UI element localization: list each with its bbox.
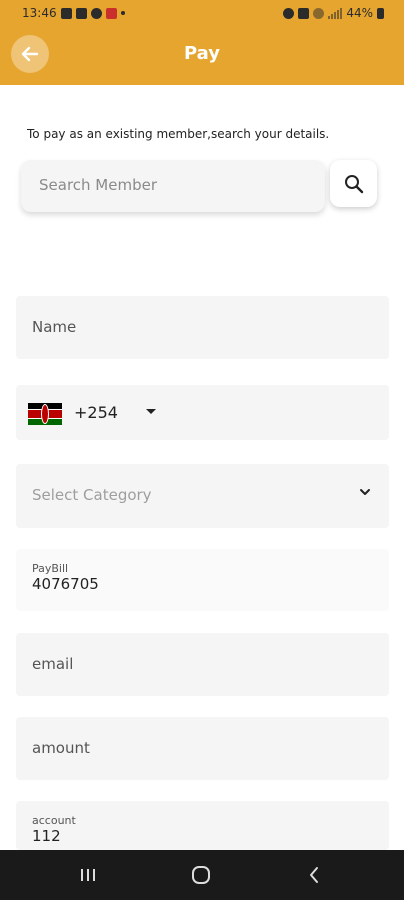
home-icon [192, 866, 210, 884]
app-bar: Pay [0, 28, 404, 85]
battery-level: 44% [346, 6, 373, 20]
system-nav-bar [0, 850, 404, 900]
category-select[interactable]: Select Category [16, 464, 389, 528]
search-icon [344, 174, 363, 193]
phone-field[interactable]: +254 [16, 385, 389, 440]
wifi-icon [313, 7, 325, 19]
status-bar: 13:46 44% [0, 0, 404, 28]
search-member-box [21, 160, 325, 212]
paybill-value: 4076705 [32, 575, 99, 593]
status-left: 13:46 [22, 6, 125, 20]
status-right: 44% [283, 6, 384, 20]
account-value: 112 [32, 827, 61, 845]
chevron-left-icon [310, 867, 318, 883]
paybill-label: PayBill [32, 562, 69, 575]
alarm-icon [283, 7, 295, 19]
paybill-field: PayBill 4076705 [16, 549, 389, 611]
search-member-input[interactable] [37, 175, 311, 195]
status-time: 13:46 [22, 6, 57, 20]
battery-icon [377, 7, 384, 19]
signal-icon [328, 7, 343, 19]
mail-notification-icon [75, 7, 87, 19]
amount-placeholder: amount [32, 739, 90, 757]
category-placeholder: Select Category [32, 486, 152, 504]
name-field[interactable]: Name [16, 296, 389, 359]
whatsapp-notification-icon [90, 7, 102, 19]
vibrate-icon [298, 7, 310, 19]
back-nav-button[interactable] [302, 864, 326, 886]
more-notifications-icon [120, 11, 125, 15]
country-dial-code[interactable]: +254 [74, 403, 118, 422]
app-notification-icon [105, 7, 117, 19]
recent-apps-icon [81, 869, 95, 881]
email-field[interactable]: email [16, 633, 389, 696]
country-dropdown-icon[interactable] [146, 409, 156, 414]
search-hint: To pay as an existing member,search your… [27, 127, 330, 141]
kenya-flag-icon[interactable] [28, 403, 62, 425]
page-title: Pay [183, 43, 221, 64]
account-label: account [32, 814, 76, 827]
email-placeholder: email [32, 655, 74, 673]
image-notification-icon [60, 7, 72, 19]
search-button[interactable] [330, 160, 377, 207]
name-placeholder: Name [32, 318, 77, 336]
chevron-down-icon [360, 489, 370, 495]
home-button[interactable] [189, 864, 213, 886]
recent-apps-button[interactable] [76, 864, 100, 886]
account-field[interactable]: account 112 [16, 801, 389, 850]
amount-field[interactable]: amount [16, 717, 389, 780]
